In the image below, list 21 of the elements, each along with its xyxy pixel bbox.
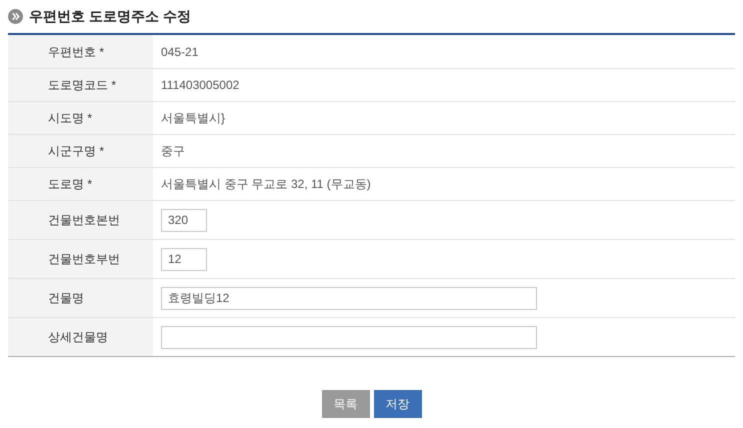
page-title: 우편번호 도로명주소 수정 (29, 7, 191, 26)
field-value: 중구 (161, 143, 185, 160)
field-label-cell: 건물명 (8, 279, 153, 317)
chevron-circle-icon (8, 9, 23, 24)
input-field[interactable]: 효령빌딩12 (161, 286, 537, 310)
field-value: 111403005002 (161, 77, 240, 94)
field-label-cell: 우편번호 * (8, 35, 153, 68)
field-label-cell: 건물번호본번 (8, 201, 153, 239)
input-field[interactable] (161, 326, 537, 348)
field-value: 서울특별시} (161, 110, 226, 127)
field-label-cell: 시군구명 * (8, 135, 153, 167)
field-label-cell: 도로명 * (8, 168, 153, 200)
field-label-cell: 건물번호부번 (8, 240, 153, 278)
field-value: 서울특별시 중구 무교로 32, 11 (무교동) (161, 176, 371, 193)
field-label-cell: 시도명 * (8, 102, 153, 134)
input-field[interactable]: 12 (161, 248, 207, 270)
field-label-cell: 도로명코드 * (8, 69, 153, 101)
field-label-cell: 상세건물명 (8, 318, 153, 356)
field-value: 045-21 (161, 44, 198, 60)
input-field[interactable]: 320 (161, 208, 207, 232)
save-button[interactable]: 저장 (374, 390, 422, 418)
